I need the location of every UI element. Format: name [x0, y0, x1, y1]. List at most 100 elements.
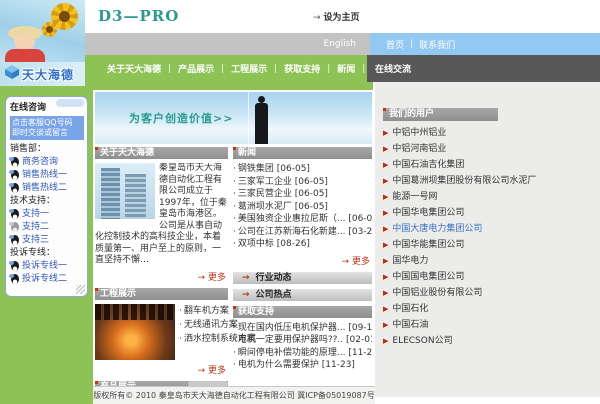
bullet-icon: · — [233, 202, 236, 212]
online-consult-panel: 在线咨询 点击客服QQ号码 即时交谈或留言 销售部： 商务咨询 销售热线一 销售… — [5, 96, 88, 297]
triangle-bullet-icon: ▶ — [383, 256, 388, 267]
user-list-label: 中国国电集团公司 — [392, 272, 464, 283]
news-item-date: [06-05] — [277, 164, 310, 174]
user-list-item[interactable]: ▶中国葛洲坝集团股份有限公司水泥厂 — [383, 176, 588, 187]
nav-item-online-chat[interactable]: 在线交流 — [375, 62, 411, 75]
home-link[interactable]: 首页 — [386, 38, 404, 51]
qq-contact[interactable]: 支持三 — [10, 234, 84, 247]
industry-news-button[interactable]: →行业动态 — [233, 272, 372, 284]
arrow-icon: → — [197, 273, 205, 283]
user-list-label: 中国葛洲坝集团股份有限公司水泥厂 — [392, 176, 536, 187]
qq-penguin-offline-icon — [10, 222, 20, 233]
user-list-item[interactable]: ▶ ELECSON公司 — [383, 336, 588, 347]
qq-contact[interactable]: 投诉专线二 — [10, 273, 84, 286]
separator: | — [327, 64, 330, 74]
news-more-link[interactable]: →更多 — [233, 254, 370, 267]
bullet-icon: · — [233, 239, 236, 249]
section-header-about: 关于天大海德 — [95, 147, 228, 159]
user-list-label: 中国石油吉化集团 — [392, 160, 464, 171]
support-item[interactable]: ·电机为什么需要保护 [11-23] — [233, 359, 372, 372]
news-item[interactable]: ·公司在江苏新海石化新建... [03-23] — [233, 226, 372, 239]
project-more-link[interactable]: →更多 — [95, 363, 226, 376]
consult-group-label: 投诉专线： — [10, 247, 84, 260]
user-list-label: 能源一号网 — [392, 192, 437, 203]
user-list-label: 中铝河南铝业 — [392, 144, 446, 155]
support-item[interactable]: ·瞬间停电补偿功能的原理... [11-23] — [233, 347, 372, 360]
banner-pole-shape — [248, 92, 249, 144]
contact-link[interactable]: 联系我们 — [419, 38, 455, 51]
child-shirt-shape — [5, 49, 45, 62]
nav-item-projects[interactable]: 工程展示 — [231, 62, 267, 75]
triangle-bullet-icon: ▶ — [383, 304, 388, 315]
section-header-projects: 工程展示 — [95, 288, 228, 300]
news-item[interactable]: ·双项中标 [08-26] — [233, 238, 372, 251]
support-item[interactable]: ·电机一定要用保护器吗??.. [02-01] — [233, 334, 372, 347]
user-list-item[interactable]: ▶中国铝业股份有限公司 — [383, 288, 588, 299]
user-list-item[interactable]: ▶ 中铝河南铝业 — [383, 144, 588, 155]
support-item[interactable]: ·现在国内低压电机保护器... [09-12] — [233, 322, 372, 335]
triangle-bullet-icon: ▶ — [383, 144, 388, 155]
qq-penguin-icon — [10, 183, 20, 194]
english-link[interactable]: English — [324, 39, 357, 49]
news-item-date: [08-26] — [277, 239, 310, 249]
news-item-date: [06-05] — [295, 177, 328, 187]
news-item[interactable]: ·钢铁集团 [06-05] — [233, 163, 372, 176]
user-list-item-active[interactable]: ▶中国大唐电力集团公司 — [383, 224, 588, 235]
qq-contact-label: 投诉专线一 — [22, 260, 67, 273]
quicklinks-bar: 首页 | 联系我们 — [370, 33, 600, 55]
qq-contact[interactable]: 支持一 — [10, 208, 84, 221]
news-item[interactable]: ·三家军工企业 [06-05] — [233, 176, 372, 189]
set-home-link[interactable]: →设为主页 — [313, 10, 360, 23]
user-list-item[interactable]: ▶中国石油吉化集团 — [383, 160, 588, 171]
qq-penguin-icon — [10, 274, 20, 285]
arrow-icon: → — [341, 257, 349, 267]
user-list-label: ELECSON公司 — [392, 336, 452, 347]
user-list-item[interactable]: ▶中铝中州铝业 — [383, 128, 588, 139]
news-item-title: 公司在江苏新海石化新建... — [238, 227, 346, 237]
qq-contact[interactable]: 销售热线一 — [10, 169, 84, 182]
news-item-title: 三家民营企业 — [238, 189, 292, 199]
project-item-label: 无线通讯方案 — [184, 320, 238, 330]
qq-contact[interactable]: 支持二 — [10, 221, 84, 234]
news-item[interactable]: ·美国独资企业惠拉尼斯（... [06-05] — [233, 213, 372, 226]
user-list-item[interactable]: ▶中国国电集团公司 — [383, 272, 588, 283]
nav-item-about[interactable]: 关于天大海德 — [107, 62, 161, 75]
qq-penguin-icon — [10, 261, 20, 272]
user-list-item[interactable]: ▶中国华能集团公司 — [383, 240, 588, 251]
company-hotspot-button[interactable]: →公司热点 — [233, 289, 372, 301]
banner-slogan: 为客户创造价值>> — [129, 110, 233, 126]
qq-contact[interactable]: 投诉专线一 — [10, 260, 84, 273]
nav-item-products[interactable]: 产品展示 — [178, 62, 214, 75]
arrow-icon: → — [242, 289, 250, 301]
user-list-item[interactable]: ▶国华电力 — [383, 256, 588, 267]
qq-contact[interactable]: 商务咨询 — [10, 156, 84, 169]
about-more-link[interactable]: →更多 — [95, 270, 226, 283]
column-middle: 新闻 ·钢铁集团 [06-05] ·三家军工企业 [06-05] ·三家民营企业… — [233, 147, 372, 404]
title-row: D3—PRO →设为主页 — [85, 0, 600, 33]
user-list-item[interactable]: ▶中国石化 — [383, 304, 588, 315]
qq-contact-label: 支持三 — [22, 234, 49, 247]
qq-contact[interactable]: 销售热线二 — [10, 182, 84, 195]
qq-penguin-icon — [10, 235, 20, 246]
businessman-silhouette — [255, 103, 268, 144]
consult-group-label: 销售部： — [10, 143, 84, 156]
consult-notice-line2: 即时交谈或留言 — [12, 128, 82, 138]
nav-item-news[interactable]: 新闻 — [337, 62, 355, 75]
bullet-icon: · — [179, 306, 182, 316]
user-list-item[interactable]: ▶中国华电集团公司 — [383, 208, 588, 219]
news-item-date: [06-05] — [348, 214, 372, 224]
user-list-item[interactable]: ▶能源一号网 — [383, 192, 588, 203]
nav-item-support[interactable]: 获取支持 — [284, 62, 320, 75]
section-header-support: 获取支持 — [233, 306, 372, 318]
company-logo[interactable]: 天大海德 — [0, 62, 85, 86]
bullet-icon: · — [233, 227, 236, 237]
user-list-item[interactable]: ▶中国石油 — [383, 320, 588, 331]
footer: 版权所有© 2010 秦皇岛市天大海德自动化工程有限公司 冀ICP备050190… — [93, 386, 375, 404]
triangle-bullet-icon: ▶ — [383, 336, 388, 347]
triangle-bullet-icon: ▶ — [383, 224, 388, 235]
news-item[interactable]: ·三家民营企业 [06-05] — [233, 188, 372, 201]
section-header-news: 新闻 — [233, 147, 372, 159]
news-item[interactable]: ·葛洲坝水泥厂 [06-05] — [233, 201, 372, 214]
triangle-bullet-icon: ▶ — [383, 320, 388, 331]
bullet-icon: · — [233, 360, 236, 370]
